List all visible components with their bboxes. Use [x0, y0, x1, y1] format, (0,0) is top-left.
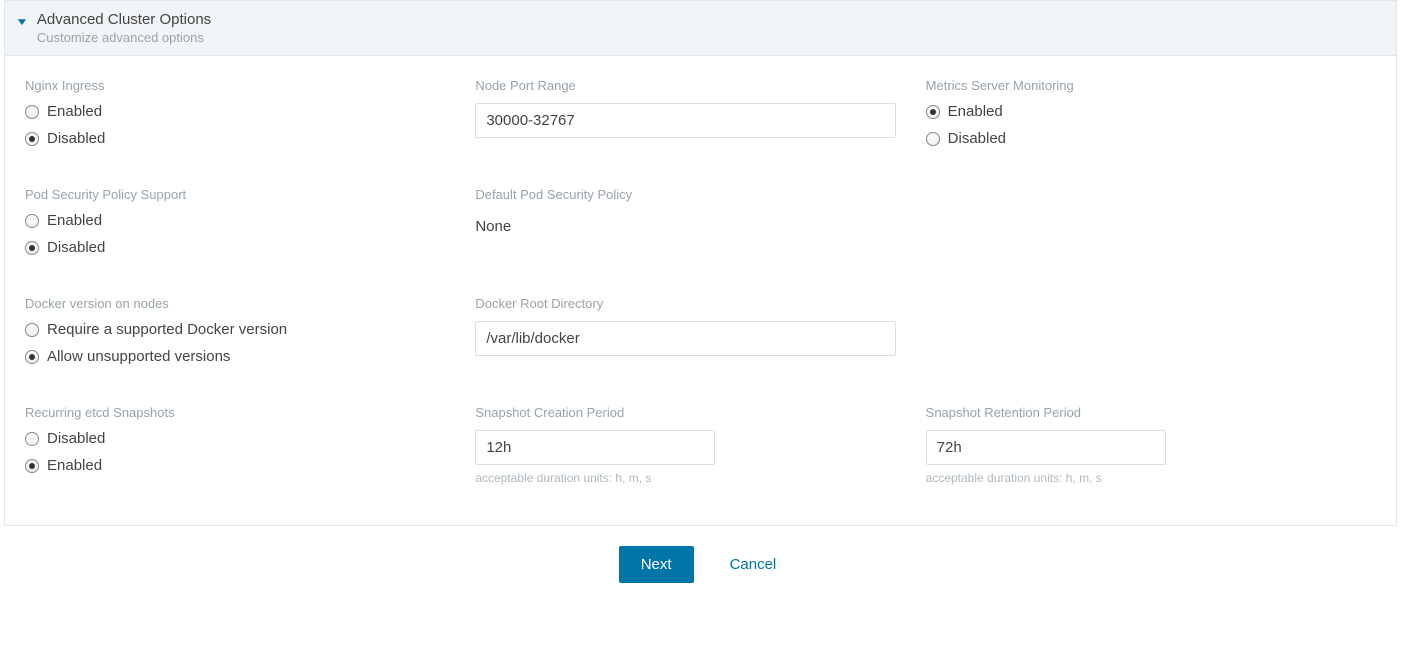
radio-icon[interactable]	[25, 132, 39, 146]
radio-icon[interactable]	[25, 323, 39, 337]
radio-label: Allow unsupported versions	[47, 348, 230, 365]
radio-label: Disabled	[47, 430, 105, 447]
radio-icon[interactable]	[25, 241, 39, 255]
snapshot-retention-input[interactable]	[926, 430, 1166, 465]
metrics-server-disabled-option[interactable]: Disabled	[926, 130, 1346, 147]
metrics-server-enabled-option[interactable]: Enabled	[926, 103, 1346, 120]
radio-icon[interactable]	[25, 432, 39, 446]
panel-subtitle: Customize advanced options	[37, 30, 211, 45]
docker-root-label: Docker Root Directory	[475, 296, 895, 311]
default-pod-policy-label: Default Pod Security Policy	[475, 187, 895, 202]
docker-root-input[interactable]	[475, 321, 895, 356]
radio-label: Enabled	[47, 212, 102, 229]
panel-header[interactable]: ▼ Advanced Cluster Options Customize adv…	[5, 1, 1396, 56]
radio-label: Enabled	[948, 103, 1003, 120]
node-port-range-input[interactable]	[475, 103, 895, 138]
radio-icon[interactable]	[25, 105, 39, 119]
radio-icon[interactable]	[926, 132, 940, 146]
docker-version-require-option[interactable]: Require a supported Docker version	[25, 321, 445, 338]
cancel-button[interactable]: Cancel	[724, 555, 783, 574]
radio-label: Enabled	[47, 457, 102, 474]
radio-label: Disabled	[948, 130, 1006, 147]
etcd-snapshots-label: Recurring etcd Snapshots	[25, 405, 445, 420]
pod-security-disabled-option[interactable]: Disabled	[25, 239, 445, 256]
metrics-server-label: Metrics Server Monitoring	[926, 78, 1346, 93]
radio-label: Require a supported Docker version	[47, 321, 287, 338]
snapshot-retention-label: Snapshot Retention Period	[926, 405, 1346, 420]
nginx-ingress-disabled-option[interactable]: Disabled	[25, 130, 445, 147]
radio-label: Enabled	[47, 103, 102, 120]
radio-icon[interactable]	[25, 350, 39, 364]
default-pod-policy-value: None	[475, 212, 895, 235]
radio-label: Disabled	[47, 130, 105, 147]
radio-icon[interactable]	[25, 214, 39, 228]
collapse-caret-icon[interactable]: ▼	[15, 17, 29, 28]
panel-body: Nginx Ingress Enabled Disabled Node Port…	[5, 56, 1396, 525]
nginx-ingress-label: Nginx Ingress	[25, 78, 445, 93]
pod-security-enabled-option[interactable]: Enabled	[25, 212, 445, 229]
advanced-cluster-options-panel: ▼ Advanced Cluster Options Customize adv…	[4, 0, 1397, 526]
etcd-snapshots-disabled-option[interactable]: Disabled	[25, 430, 445, 447]
snapshot-creation-label: Snapshot Creation Period	[475, 405, 895, 420]
node-port-range-label: Node Port Range	[475, 78, 895, 93]
pod-security-label: Pod Security Policy Support	[25, 187, 445, 202]
footer: Next Cancel	[0, 526, 1401, 603]
panel-title: Advanced Cluster Options	[37, 11, 211, 28]
radio-icon[interactable]	[25, 459, 39, 473]
nginx-ingress-enabled-option[interactable]: Enabled	[25, 103, 445, 120]
docker-version-allow-option[interactable]: Allow unsupported versions	[25, 348, 445, 365]
docker-version-label: Docker version on nodes	[25, 296, 445, 311]
etcd-snapshots-enabled-option[interactable]: Enabled	[25, 457, 445, 474]
snapshot-creation-input[interactable]	[475, 430, 715, 465]
radio-icon[interactable]	[926, 105, 940, 119]
next-button[interactable]: Next	[619, 546, 694, 583]
snapshot-retention-hint: acceptable duration units: h, m, s	[926, 471, 1346, 485]
radio-label: Disabled	[47, 239, 105, 256]
snapshot-creation-hint: acceptable duration units: h, m, s	[475, 471, 895, 485]
